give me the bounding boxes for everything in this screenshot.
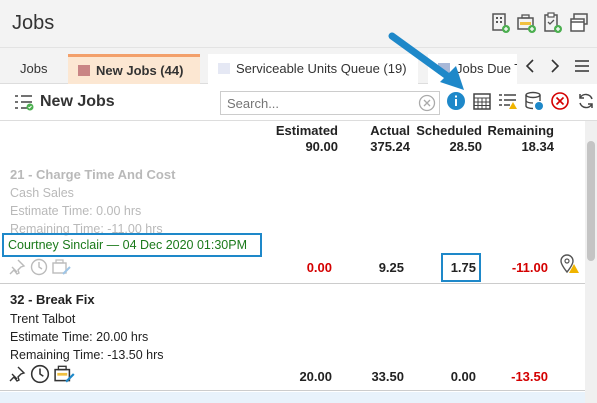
tab-serviceable-label: Serviceable Units Queue (19) — [236, 61, 407, 76]
job-card[interactable]: 21 - Charge Time And Cost Cash Sales Est… — [0, 162, 585, 284]
next-job-card-edge[interactable] — [0, 392, 585, 403]
list-title-label: New Jobs — [40, 93, 115, 110]
job-actual-value: 9.25 — [378, 260, 404, 275]
scheduled-total: 28.50 — [449, 139, 482, 154]
job-scheduled-value: 0.00 — [450, 369, 476, 384]
clock-icon[interactable] — [30, 258, 48, 276]
job-title: 21 - Charge Time And Cost — [10, 167, 176, 182]
pin-icon[interactable] — [8, 258, 26, 276]
tab-navigation — [517, 48, 597, 84]
clear-search-icon[interactable] — [418, 94, 436, 112]
tab-jobs[interactable]: Jobs — [10, 54, 66, 84]
actual-column-header: Actual 375.24 — [330, 123, 410, 155]
summary-totals: Estimated 90.00 Actual 375.24 Scheduled … — [0, 121, 585, 159]
estimated-total: 90.00 — [305, 139, 338, 154]
scheduled-header-label: Scheduled — [416, 123, 482, 138]
vertical-scrollbar[interactable] — [585, 121, 597, 403]
briefcase-add-icon[interactable] — [517, 12, 537, 34]
app-title: Jobs — [12, 12, 55, 34]
annotation-arrow-icon — [388, 32, 464, 90]
job-remaining-value: -11.00 — [511, 260, 548, 275]
tab-color-swatch — [78, 65, 90, 76]
job-scheduled-value[interactable]: 1.75 — [420, 260, 476, 275]
job-actions — [8, 258, 72, 276]
remaining-total: 18.34 — [521, 139, 554, 154]
search-input[interactable] — [221, 92, 411, 114]
tab-serviceable-units-queue[interactable]: Serviceable Units Queue (19) — [208, 54, 418, 84]
scheduled-column-header: Scheduled 28.50 — [404, 123, 482, 155]
job-card[interactable]: 32 - Break Fix Trent Talbot Estimate Tim… — [0, 286, 585, 391]
actual-total: 375.24 — [370, 139, 410, 154]
chevron-right-icon[interactable] — [549, 58, 561, 74]
hamburger-menu-icon[interactable] — [574, 58, 590, 74]
calendar-grid-icon[interactable] — [472, 91, 492, 111]
tab-jobs-label: Jobs — [20, 61, 48, 76]
job-remaining-time: Remaining Time: -13.50 hrs — [10, 348, 164, 362]
scrollbar-thumb[interactable] — [587, 141, 595, 261]
job-actual-value: 33.50 — [371, 369, 404, 384]
job-estimate-time: Estimate Time: 0.00 hrs — [10, 204, 142, 218]
job-estimate-time: Estimate Time: 20.00 hrs — [10, 330, 149, 344]
clipboard-add-icon[interactable] — [543, 12, 563, 34]
list-toolbar: New Jobs — [0, 85, 597, 121]
toolbar-actions — [446, 91, 596, 111]
job-actions — [8, 364, 76, 384]
refresh-icon[interactable] — [576, 91, 596, 111]
pin-icon[interactable] — [8, 364, 26, 384]
edit-briefcase-icon[interactable] — [52, 258, 72, 276]
checklist-icon — [15, 95, 34, 111]
remaining-header-label: Remaining — [487, 123, 554, 138]
list-title: New Jobs — [14, 93, 115, 111]
job-title: 32 - Break Fix — [10, 292, 95, 307]
tab-color-swatch — [218, 63, 230, 74]
location-warning-icon[interactable] — [558, 252, 580, 274]
job-assignment[interactable]: Courtney Sinclair — 04 Dec 2020 01:30PM — [8, 238, 247, 252]
tab-new-jobs[interactable]: New Jobs (44) — [68, 54, 200, 84]
edit-briefcase-icon[interactable] — [54, 364, 76, 384]
tab-strip: Jobs New Jobs (44) Serviceable Units Que… — [0, 48, 597, 84]
estimated-header-label: Estimated — [275, 123, 338, 138]
remaining-column-header: Remaining 18.34 — [474, 123, 554, 155]
job-customer: Trent Talbot — [10, 312, 76, 326]
list-warning-icon[interactable] — [498, 91, 518, 111]
cancel-icon[interactable] — [550, 91, 570, 111]
job-estimated-value: 0.00 — [306, 260, 332, 275]
tab-new-jobs-label: New Jobs (44) — [96, 63, 184, 78]
chevron-left-icon[interactable] — [524, 58, 536, 74]
job-remaining-value: -13.50 — [511, 369, 548, 384]
estimated-column-header: Estimated 90.00 — [254, 123, 338, 155]
building-add-icon[interactable] — [491, 12, 511, 34]
info-icon[interactable] — [446, 91, 466, 111]
window-toolbar — [491, 12, 589, 34]
search-box — [220, 91, 440, 115]
database-icon[interactable] — [524, 91, 544, 111]
job-customer: Cash Sales — [10, 186, 74, 200]
clock-icon[interactable] — [30, 364, 50, 384]
actual-header-label: Actual — [370, 123, 410, 138]
job-estimated-value: 20.00 — [299, 369, 332, 384]
windows-icon[interactable] — [569, 12, 589, 34]
title-bar: Jobs — [0, 0, 597, 48]
